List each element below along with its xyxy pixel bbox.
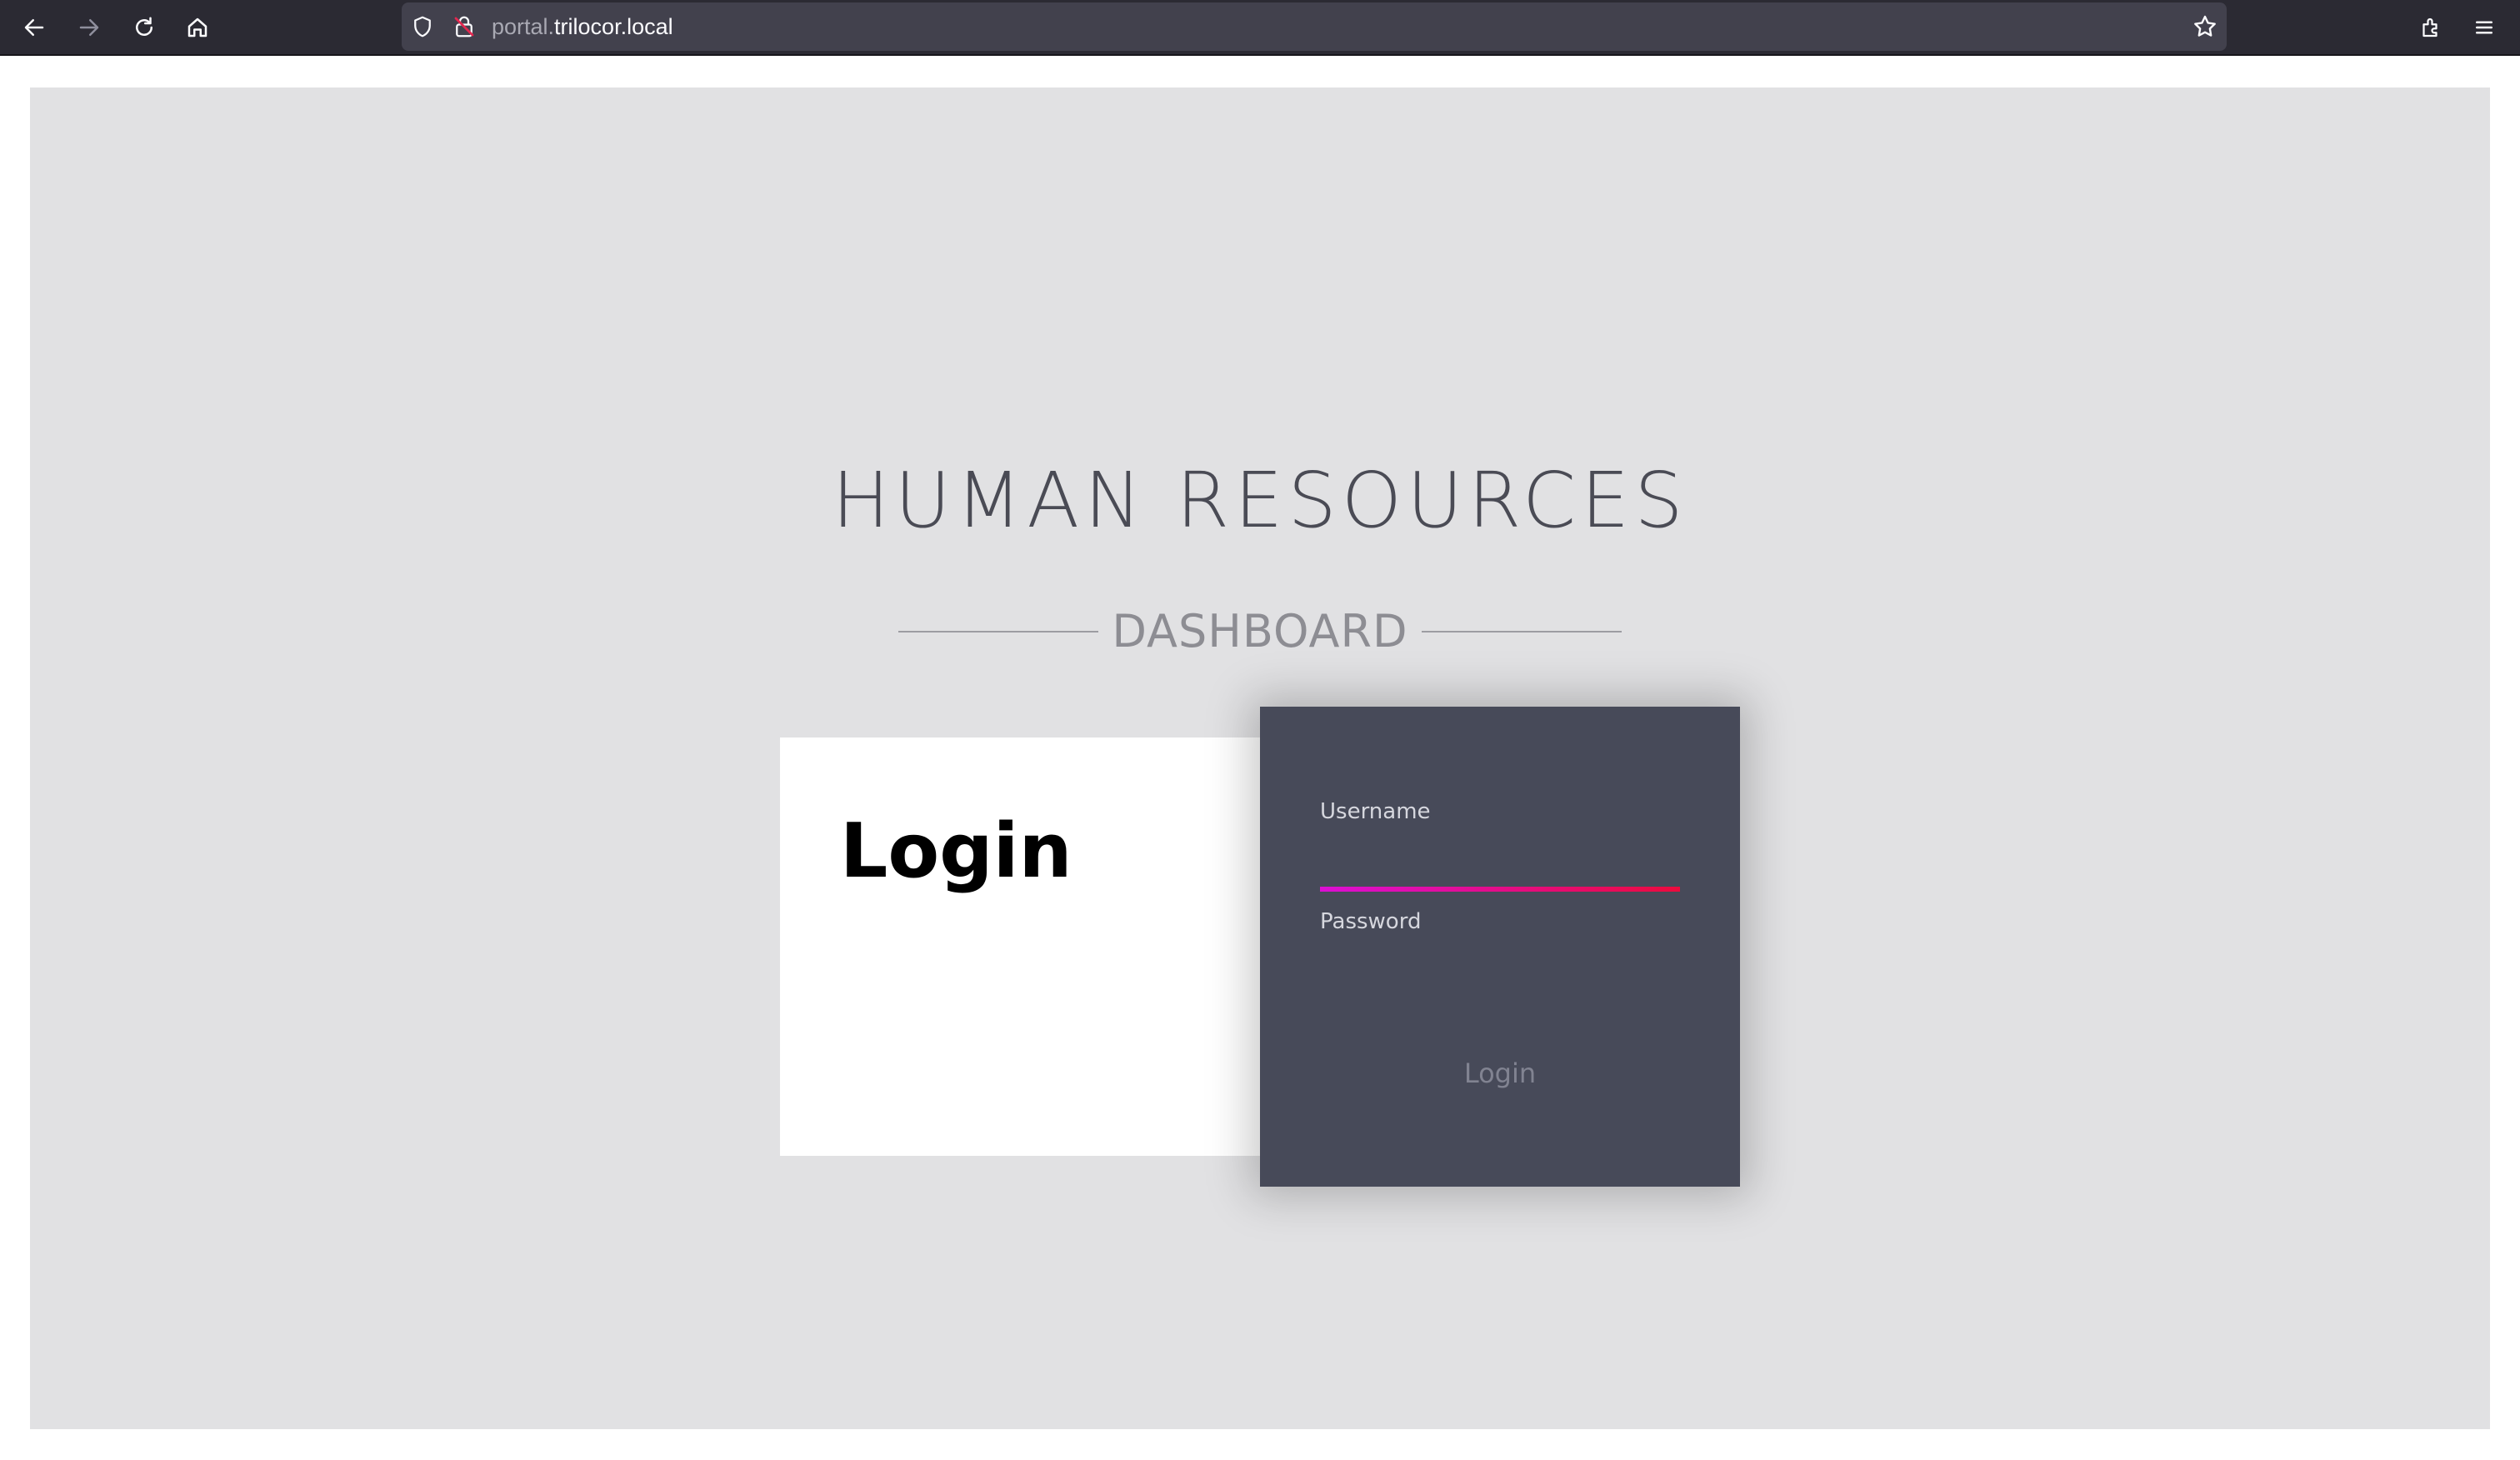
page-body: HUMAN RESOURCES DASHBOARD Login Username… bbox=[30, 88, 2490, 1429]
subtitle-left-divider bbox=[898, 631, 1099, 632]
subtitle-right-divider bbox=[1421, 631, 1622, 632]
insecure-lock-icon[interactable] bbox=[452, 14, 477, 39]
url-bar[interactable]: portal.trilocor.local bbox=[402, 2, 2227, 51]
page-subtitle: DASHBOARD bbox=[1112, 605, 1408, 658]
reload-button[interactable] bbox=[125, 8, 163, 47]
shield-icon[interactable] bbox=[410, 14, 435, 39]
home-icon bbox=[188, 18, 208, 38]
reload-icon bbox=[136, 17, 152, 36]
username-label: Username bbox=[1320, 799, 1431, 824]
password-label: Password bbox=[1320, 909, 1422, 934]
login-heading: Login bbox=[840, 808, 1072, 895]
extensions-button[interactable] bbox=[2411, 8, 2449, 47]
menu-icon bbox=[2476, 21, 2492, 34]
back-button[interactable] bbox=[15, 8, 53, 47]
back-arrow-icon bbox=[24, 19, 44, 36]
forward-arrow-icon bbox=[79, 19, 99, 36]
subtitle-row: DASHBOARD bbox=[30, 602, 2490, 661]
login-heading-card: Login bbox=[780, 738, 1263, 1156]
forward-button[interactable] bbox=[70, 8, 108, 47]
username-field[interactable] bbox=[1320, 840, 1680, 882]
login-form-panel: Username Password Login bbox=[1260, 707, 1740, 1187]
home-button[interactable] bbox=[178, 8, 217, 47]
login-button[interactable]: Login bbox=[1410, 1048, 1590, 1098]
page-title: HUMAN RESOURCES bbox=[832, 456, 1688, 545]
extensions-icon bbox=[2422, 18, 2438, 38]
browser-toolbar: portal.trilocor.local bbox=[0, 0, 2520, 56]
password-field[interactable] bbox=[1320, 948, 1680, 990]
username-focus-underline bbox=[1320, 887, 1680, 892]
url-text[interactable]: portal.trilocor.local bbox=[492, 2, 673, 51]
bookmark-star-icon[interactable] bbox=[2192, 13, 2218, 40]
url-domain: trilocor.local bbox=[554, 14, 673, 39]
url-subdomain: portal. bbox=[492, 14, 555, 39]
menu-button[interactable] bbox=[2465, 8, 2503, 47]
